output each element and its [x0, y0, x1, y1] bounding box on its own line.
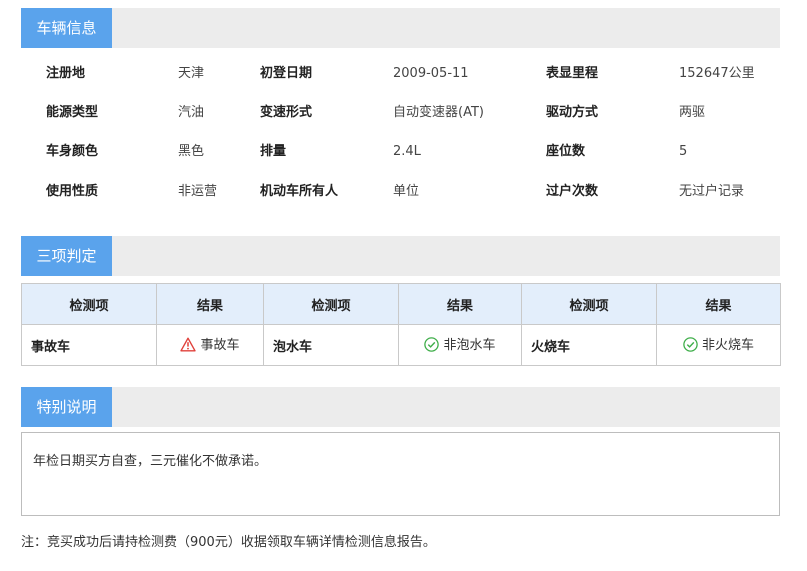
info-value: 2.4L — [393, 144, 421, 159]
warning-triangle-icon — [180, 337, 197, 356]
special-note-box: 年检日期买方自查，三元催化不做承诺。 — [21, 432, 780, 516]
info-label: 注册地 — [46, 66, 86, 81]
section-header-vehicle-info: 车辆信息 — [21, 8, 780, 48]
check-result-flood: 非泡水车 — [398, 324, 522, 366]
info-label: 能源类型 — [46, 105, 99, 120]
section-title-special-note: 特别说明 — [21, 387, 112, 427]
check-circle-icon — [424, 337, 440, 356]
info-label: 排量 — [260, 144, 287, 159]
section-header-three-checks: 三项判定 — [21, 236, 780, 276]
info-row: 使用性质 非运营 机动车所有人 单位 过户次数 无过户记录 — [21, 172, 780, 212]
result-label: 非泡水车 — [443, 338, 496, 353]
info-label: 过户次数 — [546, 184, 599, 199]
section-title-three-checks: 三项判定 — [21, 236, 112, 276]
check-item-flood: 泡水车 — [263, 324, 399, 366]
table-row: 事故车 事故车 泡水车 非泡水车 火烧车 非火烧车 — [21, 324, 781, 366]
info-value: 非运营 — [178, 184, 218, 199]
result-label: 非火烧车 — [701, 338, 754, 353]
info-value: 天津 — [178, 66, 205, 81]
section-header-special-note: 特别说明 — [21, 387, 780, 427]
section-title-vehicle-info: 车辆信息 — [21, 8, 112, 48]
info-label: 初登日期 — [260, 66, 313, 81]
info-label: 表显里程 — [546, 66, 599, 81]
column-header: 检测项 — [263, 283, 399, 325]
result-label: 事故车 — [200, 338, 240, 353]
info-label: 机动车所有人 — [260, 184, 339, 199]
info-label: 座位数 — [546, 144, 586, 159]
three-checks-table: 检测项 结果 检测项 结果 检测项 结果 事故车 事故车 泡水车 非泡水车 火烧… — [21, 283, 781, 366]
table-header-row: 检测项 结果 检测项 结果 检测项 结果 — [21, 283, 781, 325]
info-value: 黑色 — [178, 144, 205, 159]
check-item-accident: 事故车 — [21, 324, 157, 366]
special-note-text: 年检日期买方自查，三元催化不做承诺。 — [33, 454, 268, 469]
column-header: 结果 — [398, 283, 522, 325]
footer-note: 注：竞买成功后请持检测费（900元）收据领取车辆详情检测信息报告。 — [21, 535, 436, 550]
column-header: 检测项 — [521, 283, 657, 325]
info-value: 单位 — [393, 184, 420, 199]
check-result-fire: 非火烧车 — [656, 324, 781, 366]
info-label: 驱动方式 — [546, 105, 599, 120]
info-value: 自动变速器(AT) — [393, 105, 484, 120]
column-header: 结果 — [156, 283, 264, 325]
check-result-accident: 事故车 — [156, 324, 264, 366]
check-circle-icon — [683, 337, 698, 356]
info-value: 5 — [679, 144, 688, 159]
info-value: 汽油 — [178, 105, 205, 120]
column-header: 检测项 — [21, 283, 157, 325]
check-item-fire: 火烧车 — [521, 324, 657, 366]
info-label: 使用性质 — [46, 184, 99, 199]
info-label: 变速形式 — [260, 105, 313, 120]
info-row: 车身颜色 黑色 排量 2.4L 座位数 5 — [21, 132, 780, 172]
info-value: 152647公里 — [679, 66, 755, 81]
column-header: 结果 — [656, 283, 781, 325]
info-value: 两驱 — [679, 105, 706, 120]
info-value: 无过户记录 — [679, 184, 745, 199]
info-value: 2009-05-11 — [393, 66, 469, 81]
info-row: 注册地 天津 初登日期 2009-05-11 表显里程 152647公里 — [21, 54, 780, 94]
info-row: 能源类型 汽油 变速形式 自动变速器(AT) 驱动方式 两驱 — [21, 93, 780, 133]
info-label: 车身颜色 — [46, 144, 99, 159]
